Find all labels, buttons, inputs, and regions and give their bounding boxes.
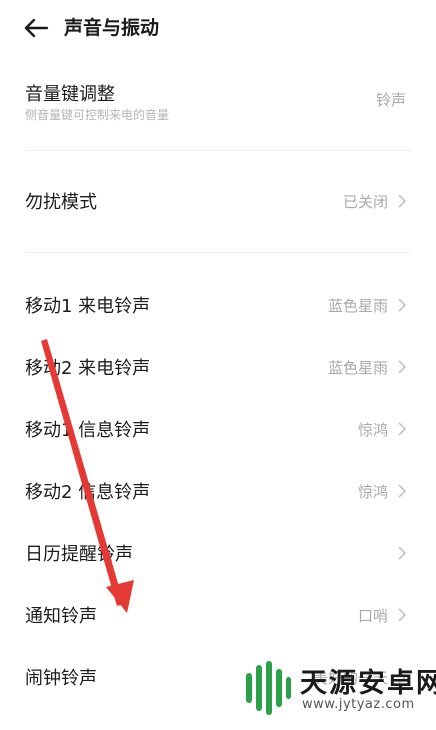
dnd-label: 勿扰模式 — [25, 192, 97, 213]
watermark: 天源安卓网 www.jytyaz.com — [238, 655, 436, 725]
chevron-right-icon — [398, 194, 407, 208]
ringtone-value: 蓝色星雨 — [327, 297, 388, 315]
volume-key-setting[interactable]: 音量键调整 侧音量键可控制来电的音量 铃声 — [0, 72, 436, 140]
ringtone-setting-row[interactable]: 移动2 信息铃声 惊鸿 — [0, 476, 436, 516]
ringtone-value: 惊鸿 — [357, 421, 388, 439]
chevron-right-icon — [398, 484, 407, 498]
watermark-name: 天源安卓网 — [300, 668, 436, 699]
do-not-disturb-setting[interactable]: 勿扰模式 已关闭 — [0, 180, 436, 224]
volume-key-label: 音量键调整 — [25, 84, 115, 105]
ringtone-label: 通知铃声 — [25, 606, 97, 627]
top-bar: 声音与振动 — [0, 0, 436, 56]
ringtone-label: 移动2 信息铃声 — [25, 482, 151, 503]
ringtone-setting-row[interactable]: 移动1 信息铃声 惊鸿 — [0, 414, 436, 454]
divider — [25, 150, 411, 151]
ringtone-value: 蓝色星雨 — [327, 359, 388, 377]
ringtone-label: 移动2 来电铃声 — [25, 358, 151, 379]
ringtone-label: 闹钟铃声 — [25, 668, 97, 689]
ringtone-setting-row[interactable]: 通知铃声 口哨 — [0, 600, 436, 640]
chevron-right-icon — [398, 546, 407, 560]
chevron-right-icon — [398, 298, 407, 312]
volume-key-value: 铃声 — [375, 91, 406, 109]
chevron-right-icon — [398, 608, 407, 622]
back-button[interactable] — [22, 14, 50, 42]
dnd-value: 已关闭 — [342, 193, 388, 211]
chevron-right-icon — [398, 422, 407, 436]
ringtone-label: 移动1 信息铃声 — [25, 420, 151, 441]
ringtone-setting-row[interactable]: 移动1 来电铃声 蓝色星雨 — [0, 290, 436, 330]
ringtone-label: 移动1 来电铃声 — [25, 296, 151, 317]
ringtone-setting-row[interactable]: 日历提醒铃声 — [0, 538, 436, 578]
volume-key-description: 侧音量键可控制来电的音量 — [25, 108, 170, 122]
watermark-url: www.jytyaz.com — [302, 697, 415, 712]
android-logo-icon — [246, 661, 291, 715]
page-title: 声音与振动 — [64, 17, 160, 39]
ringtone-value: 惊鸿 — [357, 483, 388, 501]
ringtone-label: 日历提醒铃声 — [25, 544, 133, 565]
chevron-right-icon — [398, 360, 407, 374]
ringtone-value: 口哨 — [357, 607, 388, 625]
ringtone-setting-row[interactable]: 移动2 来电铃声 蓝色星雨 — [0, 352, 436, 392]
back-arrow-icon — [24, 18, 49, 38]
divider — [25, 252, 411, 253]
